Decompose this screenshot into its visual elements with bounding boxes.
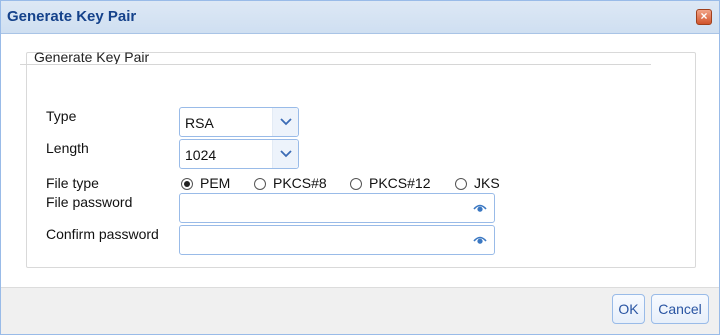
radio-circle[interactable] xyxy=(181,178,193,190)
dialog-footer: OK Cancel xyxy=(1,287,719,334)
file-password-input[interactable] xyxy=(179,193,495,223)
length-select[interactable]: 1024 xyxy=(179,139,299,169)
type-dropdown-trigger[interactable] xyxy=(272,108,298,136)
length-dropdown-trigger[interactable] xyxy=(272,140,298,168)
close-icon[interactable]: × xyxy=(696,9,712,25)
length-select-value: 1024 xyxy=(185,147,217,163)
dialog-body: Generate Key Pair Type RSA Length 1024 F… xyxy=(1,35,719,287)
ok-button[interactable]: OK xyxy=(612,294,645,324)
radio-label: PKCS#8 xyxy=(273,175,327,191)
file-password-label: File password xyxy=(46,194,133,210)
chevron-down-icon xyxy=(280,118,292,126)
type-label: Type xyxy=(46,108,77,124)
radio-label: PKCS#12 xyxy=(369,175,431,191)
confirm-password-input[interactable] xyxy=(179,225,495,255)
dialog-titlebar: Generate Key Pair × xyxy=(1,1,719,34)
confirm-password-label: Confirm password xyxy=(46,226,159,242)
dialog-title: Generate Key Pair xyxy=(7,8,137,25)
radio-circle[interactable] xyxy=(455,178,467,190)
radio-circle[interactable] xyxy=(254,178,266,190)
radio-circle[interactable] xyxy=(350,178,362,190)
type-select[interactable]: RSA xyxy=(179,107,299,137)
type-select-value: RSA xyxy=(185,115,214,131)
radio-label: PEM xyxy=(200,175,231,191)
chevron-down-icon xyxy=(280,150,292,158)
generate-key-pair-dialog: Generate Key Pair × Generate Key Pair Ty… xyxy=(0,0,720,335)
fieldset-legend: Generate Key Pair xyxy=(34,49,150,65)
eye-icon[interactable] xyxy=(473,203,487,213)
cancel-button[interactable]: Cancel xyxy=(651,294,709,324)
file-type-label: File type xyxy=(46,175,99,191)
legend-divider xyxy=(20,64,651,65)
length-label: Length xyxy=(46,140,89,156)
eye-icon[interactable] xyxy=(473,235,487,245)
radio-label: JKS xyxy=(474,175,500,191)
